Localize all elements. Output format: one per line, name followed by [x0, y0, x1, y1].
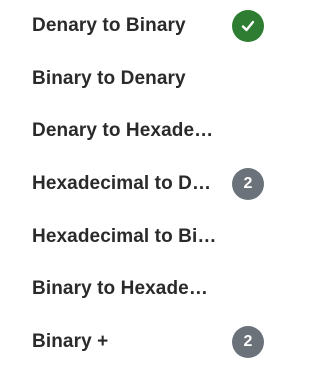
menu-item-label: Hexadecimal to De... — [32, 173, 217, 194]
menu-item-label: Binary to Hexadecimal — [32, 278, 217, 299]
count-badge: 2 — [232, 326, 264, 358]
menu-item-denary-to-binary[interactable]: Denary to Binary — [0, 0, 288, 52]
menu-item-binary-addition[interactable]: Binary + 2 — [0, 316, 288, 368]
check-icon — [241, 20, 255, 32]
menu-item-denary-to-hexadecimal[interactable]: Denary to Hexadecimal — [0, 105, 288, 157]
menu-item-binary-to-denary[interactable]: Binary to Denary — [0, 53, 288, 105]
menu-item-label: Binary to Denary — [32, 68, 186, 89]
topic-menu: Denary to Binary Binary to Denary Denary… — [0, 0, 288, 371]
menu-item-hexadecimal-to-binary[interactable]: Hexadecimal to Binary — [0, 211, 288, 263]
menu-item-label: Binary + — [32, 331, 109, 352]
menu-item-label: Hexadecimal to Binary — [32, 226, 217, 247]
complete-badge — [232, 10, 264, 42]
menu-item-label: Denary to Binary — [32, 15, 186, 36]
count-badge: 2 — [232, 168, 264, 200]
menu-item-hexadecimal-to-denary[interactable]: Hexadecimal to De... 2 — [0, 158, 288, 210]
menu-item-label: Denary to Hexadecimal — [32, 120, 217, 141]
menu-item-binary-to-hexadecimal[interactable]: Binary to Hexadecimal — [0, 263, 288, 315]
